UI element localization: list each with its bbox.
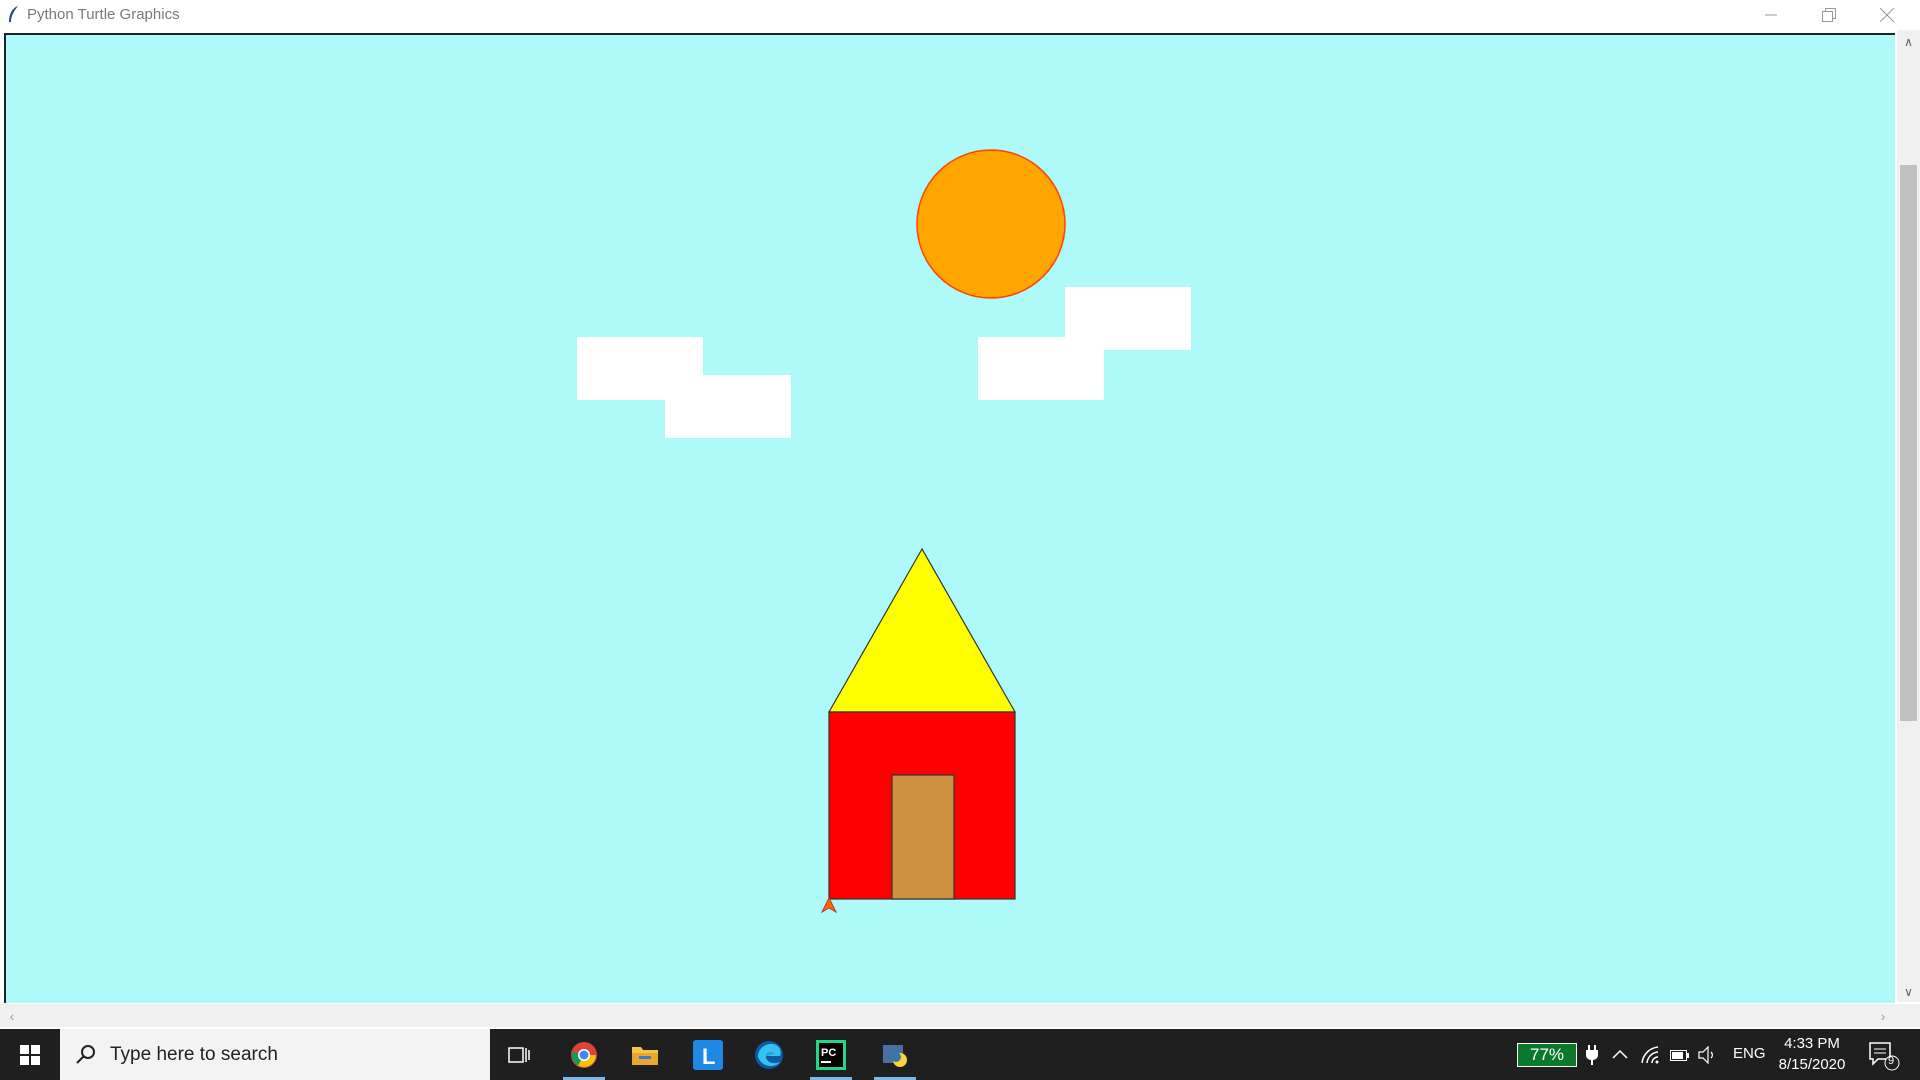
chevron-up-icon[interactable] <box>1612 1049 1628 1059</box>
turtle-cursor-icon <box>820 896 838 914</box>
minimize-button[interactable] <box>1742 0 1800 30</box>
taskbar-l-app[interactable]: L <box>679 1029 737 1080</box>
scroll-up-icon[interactable]: ∧ <box>1897 32 1920 52</box>
task-view-icon <box>508 1046 530 1063</box>
restore-icon <box>1822 8 1836 22</box>
action-center-button[interactable]: 9 <box>1864 1039 1904 1071</box>
battery-icon[interactable] <box>1670 1048 1690 1062</box>
turtle-canvas[interactable] <box>4 33 1895 1003</box>
restore-button[interactable] <box>1800 0 1858 30</box>
taskbar-pycharm[interactable]: PC <box>802 1029 860 1080</box>
volume-icon[interactable] <box>1698 1046 1718 1064</box>
scroll-left-icon[interactable]: ‹ <box>2 1004 22 1027</box>
search-placeholder: Type here to search <box>110 1043 278 1065</box>
window-titlebar: Python Turtle Graphics <box>0 0 1920 30</box>
power-plug-icon <box>1586 1045 1598 1065</box>
taskbar-file-explorer[interactable] <box>616 1029 674 1080</box>
battery-indicator[interactable]: 77% <box>1517 1043 1577 1067</box>
edge-icon <box>755 1040 783 1069</box>
taskbar-chrome[interactable] <box>555 1029 613 1080</box>
house-door <box>891 774 955 900</box>
vertical-scroll-thumb[interactable] <box>1900 165 1917 721</box>
chrome-icon <box>571 1041 597 1068</box>
language-indicator[interactable]: ENG <box>1733 1045 1766 1062</box>
window-title: Python Turtle Graphics <box>27 6 180 23</box>
horizontal-scrollbar[interactable]: ‹ › <box>0 1004 1897 1027</box>
clock-time: 4:33 PM <box>1784 1035 1840 1052</box>
wifi-icon[interactable] <box>1640 1045 1660 1065</box>
taskbar-python[interactable] <box>866 1029 924 1080</box>
close-icon <box>1880 8 1894 22</box>
close-button[interactable] <box>1858 0 1916 30</box>
windows-logo-icon <box>20 1044 40 1065</box>
taskbar-clock[interactable]: 4:33 PM 8/15/2020 <box>1770 1033 1854 1075</box>
vertical-scrollbar[interactable]: ∧ ∨ <box>1897 30 1920 1002</box>
pycharm-icon: PC <box>816 1039 846 1070</box>
sun <box>916 149 1066 299</box>
taskbar: Type here to search L PC 77% ENG 4:33 PM… <box>0 1029 1920 1080</box>
scrollbar-corner <box>1897 1004 1920 1027</box>
scroll-down-icon[interactable]: ∨ <box>1897 982 1920 1002</box>
start-button[interactable] <box>0 1029 60 1080</box>
python-turtle-icon <box>883 1044 907 1067</box>
taskbar-edge[interactable] <box>740 1029 798 1080</box>
clock-date: 8/15/2020 <box>1778 1056 1846 1073</box>
python-feather-icon <box>9 6 18 22</box>
svg-text:L: L <box>702 1044 715 1069</box>
scroll-right-icon[interactable]: › <box>1873 1004 1893 1027</box>
task-view-button[interactable] <box>490 1029 548 1080</box>
house-roof <box>827 547 1017 713</box>
notification-count: 9 <box>1888 1055 1895 1067</box>
turtle-drawing <box>577 149 1191 914</box>
l-app-icon: L <box>693 1039 723 1070</box>
taskbar-search[interactable]: Type here to search <box>60 1029 490 1080</box>
cloud-right-bottom <box>978 337 1104 400</box>
notification-icon <box>1869 1042 1900 1071</box>
svg-text:PC: PC <box>821 1047 836 1059</box>
minimize-icon <box>1765 14 1777 16</box>
cloud-left-bottom <box>665 375 791 438</box>
folder-icon <box>632 1046 658 1065</box>
search-icon <box>76 1044 95 1064</box>
